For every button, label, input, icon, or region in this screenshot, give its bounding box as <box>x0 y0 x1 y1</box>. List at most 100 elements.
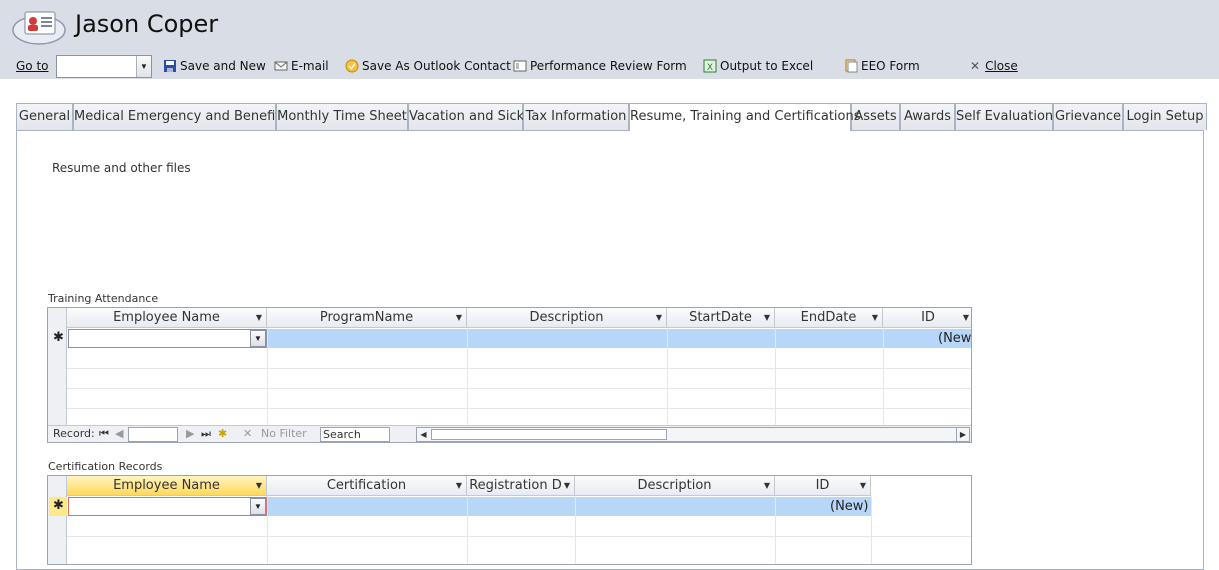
resume-label: Resume and other files <box>52 161 191 175</box>
column-header-description[interactable]: Description ▼ <box>575 476 775 496</box>
sort-arrow-icon[interactable]: ▼ <box>860 476 866 495</box>
chevron-down-icon[interactable]: ▼ <box>136 56 151 77</box>
first-record-icon[interactable]: ⏮ <box>99 427 109 441</box>
toolbar: Go to ▼ Save and New E-mail Save As Outl… <box>0 54 1219 80</box>
save-and-new-button[interactable]: Save and New <box>163 59 266 73</box>
next-record-icon[interactable]: ▶ <box>186 427 194 441</box>
svg-text:X: X <box>707 63 713 73</box>
close-button[interactable]: ✕ Close <box>970 59 1018 73</box>
scroll-left-icon[interactable]: ◀ <box>417 428 430 441</box>
column-header-label: Description <box>529 310 604 325</box>
record-selector-column <box>48 476 67 564</box>
output-excel-button[interactable]: X Output to Excel <box>703 59 813 73</box>
sort-arrow-icon[interactable]: ▼ <box>564 476 570 495</box>
column-header-label: EndDate <box>800 310 857 325</box>
sort-arrow-icon[interactable]: ▼ <box>456 308 462 327</box>
excel-icon: X <box>703 59 717 73</box>
column-header-employee-name[interactable]: Employee Name ▼ <box>67 308 267 328</box>
row-divider <box>67 408 971 409</box>
column-header-description[interactable]: Description ▼ <box>467 308 667 328</box>
column-header-label: ProgramName <box>319 310 414 325</box>
row-divider <box>67 536 971 537</box>
tab-vacation-sick[interactable]: Vacation and Sick <box>408 103 524 130</box>
form-icon <box>513 60 527 72</box>
last-record-icon[interactable]: ⏭ <box>201 427 211 441</box>
record-navigation-bar: Record: ⏮ ◀ ▶ ⏭ ✱ ✕ No Filter Search ◀ ▶ <box>48 425 971 442</box>
email-label: E-mail <box>291 59 329 73</box>
tab-tax-information[interactable]: Tax Information <box>523 103 629 130</box>
eeo-form-label: EEO Form <box>861 59 920 73</box>
column-header-end-date[interactable]: EndDate ▼ <box>775 308 883 328</box>
outlook-contact-icon <box>345 59 359 73</box>
sort-arrow-icon[interactable]: ▼ <box>656 308 662 327</box>
chevron-down-icon[interactable]: ▼ <box>250 330 266 347</box>
col-divider <box>775 496 776 564</box>
tab-general[interactable]: General <box>16 103 73 130</box>
page-title: Jason Coper <box>75 10 219 38</box>
previous-record-icon[interactable]: ◀ <box>115 427 123 441</box>
goto-label-text: Go to <box>16 59 49 73</box>
column-header-start-date[interactable]: StartDate ▼ <box>667 308 775 328</box>
tab-self-evaluation[interactable]: Self Evaluation <box>955 103 1053 130</box>
no-filter-icon[interactable]: ✕ <box>243 427 252 441</box>
col-divider <box>467 496 468 564</box>
scrollbar-thumb[interactable] <box>431 429 667 440</box>
id-cell: (New) <box>830 499 869 514</box>
column-header-label: ID <box>815 478 830 493</box>
column-header-registration-date[interactable]: Registration D ▼ <box>467 476 575 496</box>
sort-arrow-icon[interactable]: ▼ <box>256 308 262 327</box>
column-header-label: Description <box>637 478 712 493</box>
sort-arrow-icon[interactable]: ▼ <box>764 308 770 327</box>
training-datasheet: Employee Name ▼ ProgramName ▼ Description ▼… <box>47 307 972 443</box>
close-icon: ✕ <box>970 59 981 73</box>
email-icon <box>274 61 288 71</box>
employee-name-combo[interactable]: ▼ <box>68 329 267 348</box>
certification-datasheet: Employee Name ▼ Certification ▼ Registrati… <box>47 475 972 565</box>
new-row-selected[interactable] <box>267 329 971 348</box>
tab-awards[interactable]: Awards <box>900 103 955 130</box>
col-divider <box>575 496 576 564</box>
sort-arrow-icon[interactable]: ▼ <box>963 308 969 327</box>
sort-arrow-icon[interactable]: ▼ <box>456 476 462 495</box>
column-header-id[interactable]: ID ▼ <box>883 308 971 328</box>
new-row-selected[interactable] <box>267 497 871 516</box>
column-header-program-name[interactable]: ProgramName ▼ <box>267 308 467 328</box>
sort-arrow-icon[interactable]: ▼ <box>764 476 770 495</box>
new-record-nav-icon[interactable]: ✱ <box>218 427 227 441</box>
sort-arrow-icon[interactable]: ▼ <box>872 308 878 327</box>
save-as-outlook-button[interactable]: Save As Outlook Contact <box>345 59 511 73</box>
tab-login-setup[interactable]: Login Setup <box>1123 103 1207 130</box>
tab-grievance[interactable]: Grievance <box>1053 103 1123 130</box>
sort-arrow-icon[interactable]: ▼ <box>256 476 262 495</box>
email-button[interactable]: E-mail <box>274 59 329 73</box>
row-divider <box>67 368 971 369</box>
col-divider <box>871 496 872 564</box>
document-stack-icon <box>845 59 858 73</box>
tab-resume-training[interactable]: Resume, Training and Certifications <box>629 103 861 131</box>
form-header: Jason Coper Go to ▼ Save and New E-mail … <box>0 0 1219 79</box>
eeo-form-button[interactable]: EEO Form <box>844 59 920 73</box>
employee-name-combo[interactable]: ▼ <box>68 497 267 516</box>
chevron-down-icon[interactable]: ▼ <box>250 498 266 515</box>
column-header-label: Registration D <box>469 478 562 493</box>
save-as-outlook-label: Save As Outlook Contact <box>362 59 511 73</box>
column-header-label: Certification <box>326 478 407 493</box>
tab-monthly-time-sheet[interactable]: Monthly Time Sheet <box>276 103 408 130</box>
column-header-label: ID <box>921 310 935 325</box>
goto-combo[interactable]: ▼ <box>56 55 152 78</box>
column-header-employee-name[interactable]: Employee Name ▼ <box>67 476 267 496</box>
col-divider <box>467 328 468 426</box>
tab-medical[interactable]: Medical Emergency and Benefits <box>73 103 287 130</box>
horizontal-scrollbar[interactable]: ◀ ▶ <box>416 427 970 442</box>
performance-review-button[interactable]: Performance Review Form <box>513 59 687 73</box>
output-excel-label: Output to Excel <box>720 59 814 73</box>
search-input[interactable]: Search <box>320 427 390 442</box>
scroll-right-icon[interactable]: ▶ <box>956 428 969 441</box>
record-number-input[interactable] <box>128 427 178 442</box>
save-and-new-label: Save and New <box>180 59 266 73</box>
goto-label: Go to <box>16 59 49 73</box>
no-filter-label[interactable]: No Filter <box>261 427 307 441</box>
col-divider <box>775 328 776 426</box>
column-header-id[interactable]: ID ▼ <box>775 476 871 496</box>
column-header-certification[interactable]: Certification ▼ <box>267 476 467 496</box>
